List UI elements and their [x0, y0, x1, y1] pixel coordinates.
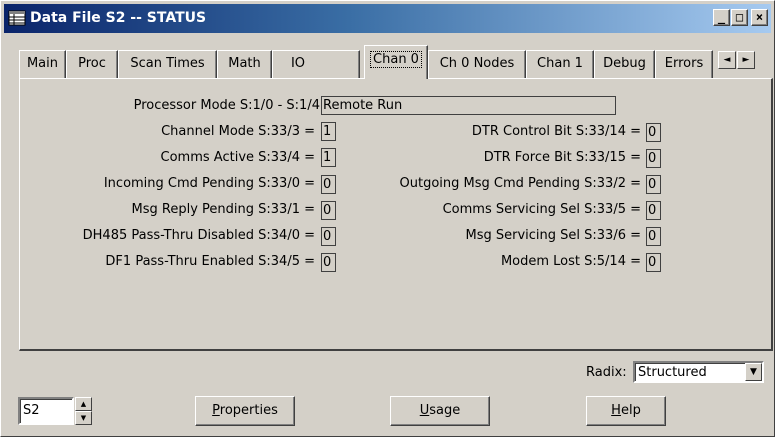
tab-io[interactable]: IO [272, 50, 360, 78]
chevron-down-icon: ▼ [750, 367, 757, 377]
tab-scan-times[interactable]: Scan Times [118, 50, 217, 78]
tab-math[interactable]: Math [217, 50, 272, 78]
tab-errors[interactable]: Errors [655, 50, 713, 78]
arrow-up-icon: ▲ [80, 400, 87, 408]
chan-0-panel: Processor Mode S:1/0 - S:1/4 = Remote Ru… [19, 78, 773, 351]
tab-chan-1[interactable]: Chan 1 [526, 50, 594, 78]
tab-scroll-left-button[interactable]: ◄ [718, 51, 736, 69]
msg-servicing-sel-value[interactable]: 0 [646, 227, 661, 246]
msg-servicing-sel-label: Msg Servicing Sel S:33/6 = [465, 228, 642, 243]
incoming-cmd-pending-label: Incoming Cmd Pending S:33/0 = [103, 176, 315, 191]
comms-servicing-sel-value[interactable]: 0 [646, 201, 661, 220]
arrow-right-icon: ► [742, 55, 750, 65]
dtr-control-bit-label: DTR Control Bit S:33/14 = [471, 124, 641, 139]
msg-reply-pending-value[interactable]: 0 [321, 201, 336, 220]
channel-mode-value[interactable]: 1 [321, 122, 336, 141]
data-file-icon [8, 10, 26, 26]
outgoing-msg-cmd-pending-value[interactable]: 0 [646, 175, 661, 194]
outgoing-msg-cmd-pending-label: Outgoing Msg Cmd Pending S:33/2 = [399, 176, 641, 191]
close-button[interactable]: × [751, 9, 768, 26]
tab-proc[interactable]: Proc [66, 50, 118, 78]
tab-scroll-right-button[interactable]: ► [737, 51, 755, 69]
window-title: Data File S2 -- STATUS [30, 10, 207, 26]
maximize-button[interactable]: □ [731, 9, 748, 26]
comms-active-label: Comms Active S:33/4 = [160, 150, 315, 165]
dh485-pass-thru-disabled-value[interactable]: 0 [321, 227, 336, 246]
modem-lost-label: Modem Lost S:5/14 = [500, 254, 641, 269]
df1-pass-thru-enabled-label: DF1 Pass-Thru Enabled S:34/5 = [105, 254, 315, 269]
incoming-cmd-pending-value[interactable]: 0 [321, 175, 336, 194]
title-bar[interactable]: Data File S2 -- STATUS _ □ × [4, 4, 771, 33]
processor-mode-value: Remote Run [321, 96, 616, 115]
spin-down-button[interactable]: ▼ [75, 411, 92, 425]
dtr-force-bit-label: DTR Force Bit S:33/15 = [483, 150, 641, 165]
msg-reply-pending-label: Msg Reply Pending S:33/1 = [131, 202, 315, 217]
tab-main[interactable]: Main [19, 50, 66, 78]
tab-ch-0-nodes[interactable]: Ch 0 Nodes [428, 50, 526, 78]
spin-up-button[interactable]: ▲ [75, 397, 92, 411]
help-button[interactable]: Help [586, 396, 666, 426]
modem-lost-value[interactable]: 0 [646, 253, 661, 272]
comms-servicing-sel-label: Comms Servicing Sel S:33/5 = [442, 202, 641, 217]
tab-debug[interactable]: Debug [594, 50, 655, 78]
minimize-button[interactable]: _ [713, 9, 730, 26]
close-icon: × [755, 10, 764, 24]
minimize-icon: _ [717, 10, 726, 24]
usage-button[interactable]: Usage [390, 396, 490, 426]
dh485-pass-thru-disabled-label: DH485 Pass-Thru Disabled S:34/0 = [82, 228, 315, 243]
tab-chan-0[interactable]: Chan 0 [364, 45, 428, 79]
dtr-control-bit-value[interactable]: 0 [646, 123, 661, 142]
df1-pass-thru-enabled-value[interactable]: 0 [321, 253, 336, 272]
radix-label: Radix: [586, 365, 627, 380]
file-selector-input[interactable]: S2 [18, 397, 74, 425]
radix-value: Structured [638, 365, 707, 380]
dtr-force-bit-value[interactable]: 0 [646, 149, 661, 168]
radix-dropdown-button[interactable]: ▼ [745, 363, 762, 381]
arrow-down-icon: ▼ [80, 414, 87, 422]
radix-select[interactable]: Structured ▼ [633, 361, 764, 383]
data-file-window: Data File S2 -- STATUS _ □ × Main Proc S… [0, 0, 775, 437]
maximize-icon: □ [735, 10, 744, 24]
comms-active-value[interactable]: 1 [321, 148, 336, 167]
properties-button[interactable]: Properties [195, 396, 295, 426]
file-selector-value: S2 [23, 403, 40, 418]
channel-mode-label: Channel Mode S:33/3 = [161, 124, 315, 139]
processor-mode-label: Processor Mode S:1/0 - S:1/4 = [133, 98, 335, 113]
tab-strip: Main Proc Scan Times Math IO Chan 0 Ch 0… [19, 45, 774, 79]
arrow-left-icon: ◄ [723, 55, 731, 65]
